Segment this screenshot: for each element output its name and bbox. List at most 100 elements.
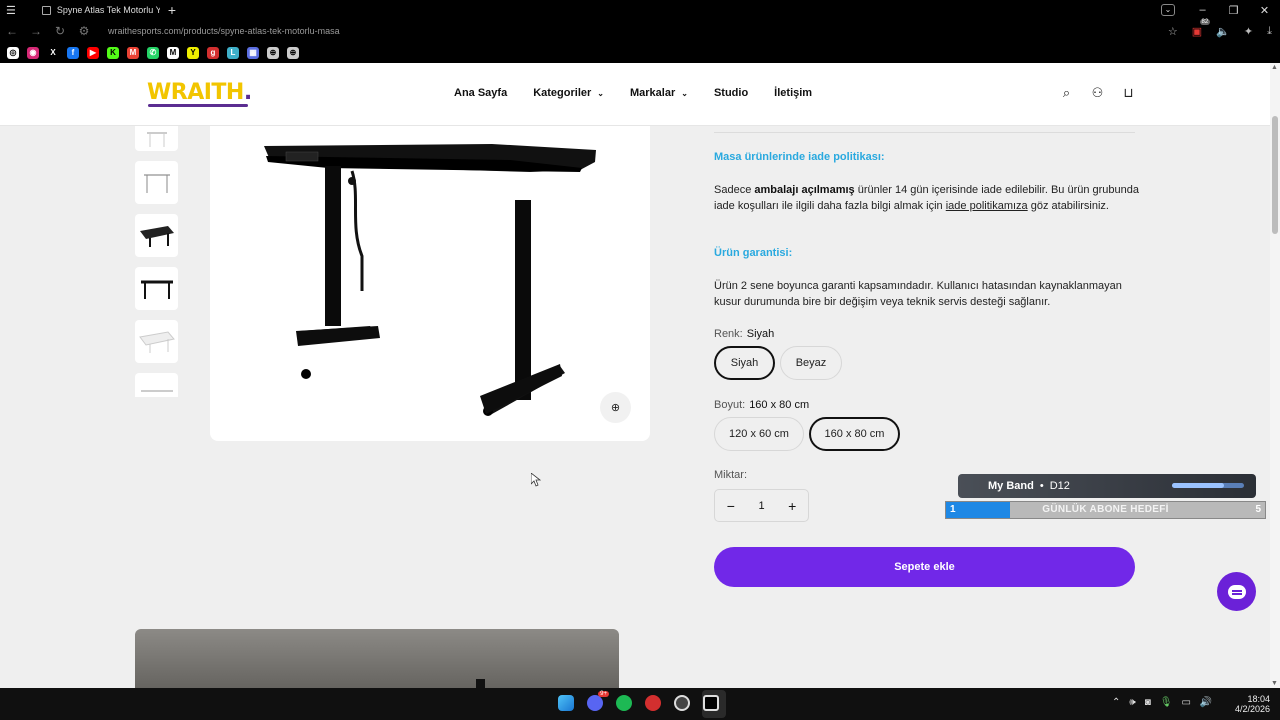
nav-item-studio[interactable]: Studio bbox=[714, 87, 748, 99]
site-logo[interactable]: WRAITH. bbox=[147, 80, 252, 105]
spotify-icon[interactable] bbox=[616, 695, 632, 711]
nav-item-label: Markalar bbox=[629, 87, 676, 99]
standing-desk-illustration bbox=[264, 144, 596, 416]
lifestyle-object bbox=[476, 679, 485, 688]
scroll-down-icon[interactable]: ▼ bbox=[1271, 680, 1278, 687]
goal-text: GÜNLÜK ABONE HEDEFİ bbox=[1042, 504, 1169, 515]
browser-app-icon[interactable] bbox=[703, 695, 719, 711]
nav-item-markalar[interactable]: Markalar ⌄ bbox=[630, 87, 688, 99]
nav-item-kategoriler[interactable]: Kategoriler ⌄ bbox=[533, 87, 604, 99]
discord-icon[interactable]: 9+ bbox=[587, 691, 609, 711]
thumbnail-black-desk-angle[interactable] bbox=[135, 214, 178, 257]
tray-display-icon[interactable]: ▭ bbox=[1181, 697, 1190, 708]
browser-tab[interactable]: Spyne Atlas Tek Motorlu Yü ✕ bbox=[41, 0, 160, 20]
size-value: 160 x 80 cm bbox=[749, 399, 810, 411]
downloads-icon[interactable]: ⤓ bbox=[1267, 25, 1272, 38]
product-main-image[interactable] bbox=[210, 126, 650, 441]
page-scrollbar[interactable]: ▲ ▼ bbox=[1270, 63, 1280, 688]
bookmark-l-icon[interactable]: L bbox=[227, 46, 239, 59]
kick-icon[interactable]: K bbox=[107, 46, 119, 59]
tray-audio-icon[interactable]: 🕪 bbox=[1129, 697, 1135, 708]
bookmark-star-icon[interactable]: ☆ bbox=[1168, 25, 1178, 38]
new-tab-button[interactable]: + bbox=[168, 2, 176, 18]
zoom-in-button[interactable]: ⊕ bbox=[600, 392, 631, 423]
quantity-plus-button[interactable]: + bbox=[788, 498, 796, 514]
address-bar: ← → ↻ ⚙ wraithesports.com/products/spyne… bbox=[0, 18, 1280, 42]
system-clock[interactable]: 18:04 4/2/2026 bbox=[1232, 694, 1270, 714]
bookmark-gp-icon[interactable]: g bbox=[207, 46, 219, 59]
chrome-icon[interactable]: ◎ bbox=[7, 46, 19, 59]
size-option-120x60[interactable]: 120 x 60 cm bbox=[714, 417, 804, 451]
scrollbar-thumb[interactable] bbox=[1272, 116, 1278, 234]
browser-chrome: ☰ Spyne Atlas Tek Motorlu Yü ✕ + ⌄ – ❐ ✕… bbox=[0, 0, 1280, 63]
gmail-icon[interactable]: M bbox=[127, 46, 139, 59]
mouse-cursor-icon bbox=[531, 473, 541, 487]
stream-overlay-band: My Band • D12 bbox=[958, 474, 1256, 498]
search-icon[interactable]: ⌕ bbox=[1059, 85, 1074, 100]
close-window-button[interactable]: ✕ bbox=[1249, 4, 1280, 17]
minimize-button[interactable]: – bbox=[1187, 4, 1218, 16]
chevron-down-icon: ⌄ bbox=[681, 89, 688, 98]
divider bbox=[714, 132, 1135, 133]
restore-button[interactable]: ❐ bbox=[1218, 4, 1249, 17]
quantity-label: Miktar: bbox=[714, 469, 747, 481]
nav-item-i-leti-im[interactable]: İletişim bbox=[774, 87, 812, 99]
bookmark-m-icon[interactable]: M bbox=[167, 46, 179, 59]
x-icon[interactable]: X bbox=[47, 46, 59, 59]
clock-date: 4/2/2026 bbox=[1234, 704, 1270, 714]
extension-icon[interactable]: ▣ 82 bbox=[1192, 18, 1211, 38]
thumbnail-white-desk-front[interactable] bbox=[135, 161, 178, 204]
tray-volume-icon[interactable]: 🔊 bbox=[1200, 697, 1212, 708]
color-option-siyah[interactable]: Siyah bbox=[714, 346, 775, 380]
back-button[interactable]: ← bbox=[6, 24, 18, 38]
obs-icon[interactable] bbox=[674, 695, 690, 711]
overlay-band-code: D12 bbox=[1049, 480, 1070, 492]
facebook-icon[interactable]: f bbox=[67, 46, 79, 59]
bookmark-grid-icon[interactable]: ▦ bbox=[247, 46, 259, 59]
account-icon[interactable]: ⚇ bbox=[1090, 85, 1105, 100]
audio-icon[interactable]: 🔈 bbox=[1216, 25, 1230, 38]
reload-button[interactable]: ↻ bbox=[54, 24, 66, 38]
scroll-up-icon[interactable]: ▲ bbox=[1271, 64, 1278, 71]
discord-badge: 9+ bbox=[598, 691, 609, 697]
add-to-cart-button[interactable]: Sepete ekle bbox=[714, 547, 1135, 587]
quantity-minus-button[interactable]: − bbox=[727, 498, 735, 514]
overlay-band-name: My Band bbox=[988, 480, 1034, 492]
red-app-icon[interactable] bbox=[645, 695, 661, 711]
menu-icon[interactable]: ☰ bbox=[6, 4, 16, 17]
globe-icon-2[interactable]: ⊕ bbox=[287, 46, 299, 59]
instagram-icon[interactable]: ◉ bbox=[27, 46, 39, 59]
product-thumbnails bbox=[135, 126, 179, 407]
nav-item-ana-sayfa[interactable]: Ana Sayfa bbox=[454, 87, 507, 99]
youtube-icon[interactable]: ▶ bbox=[87, 46, 99, 59]
thumbnail-white-desk-angle[interactable] bbox=[135, 320, 178, 363]
web-page: ⊕ Masa ürünlerinde iade politikası: Sade… bbox=[0, 63, 1270, 688]
thumbnail-black-desk-front[interactable] bbox=[135, 267, 178, 310]
size-option-160x80[interactable]: 160 x 80 cm bbox=[809, 417, 900, 451]
tray-mic-icon[interactable]: 🎙 bbox=[1160, 697, 1173, 708]
color-label: Renk: Siyah bbox=[714, 328, 775, 340]
start-button-icon[interactable] bbox=[558, 695, 574, 711]
thumbnail-white-desk-partial[interactable] bbox=[135, 126, 178, 151]
yahoo-icon[interactable]: Y bbox=[187, 46, 199, 59]
color-option-beyaz[interactable]: Beyaz bbox=[780, 346, 842, 380]
tab-search-icon[interactable]: ⌄ bbox=[1161, 4, 1175, 16]
tray-chevron-icon[interactable]: ⌃ bbox=[1112, 697, 1120, 708]
thumbnail-white-desk-top[interactable] bbox=[135, 373, 178, 397]
site-info-icon[interactable]: ⚙ bbox=[78, 24, 90, 38]
url-input[interactable]: wraithesports.com/products/spyne-atlas-t… bbox=[108, 26, 340, 36]
extensions-puzzle-icon[interactable]: ✦ bbox=[1244, 25, 1253, 38]
overlay-band-fill bbox=[1172, 483, 1224, 488]
warranty-heading: Ürün garantisi: bbox=[714, 247, 793, 259]
return-policy-link[interactable]: iade politikamıza bbox=[946, 200, 1028, 212]
quantity-value[interactable]: 1 bbox=[758, 500, 764, 512]
globe-icon[interactable]: ⊕ bbox=[267, 46, 279, 59]
forward-button[interactable]: → bbox=[30, 24, 42, 38]
whatsapp-icon[interactable]: ✆ bbox=[147, 46, 159, 59]
tab-title: Spyne Atlas Tek Motorlu Yü bbox=[56, 5, 160, 15]
tray-discord-icon[interactable]: ◙ bbox=[1145, 697, 1151, 708]
chat-button[interactable] bbox=[1217, 572, 1256, 611]
nav-item-label: Ana Sayfa bbox=[454, 87, 508, 99]
cart-icon[interactable]: ⊔ bbox=[1121, 85, 1136, 100]
return-policy-text: Sadece ambalajı açılmamış ürünler 14 gün… bbox=[714, 184, 1140, 212]
